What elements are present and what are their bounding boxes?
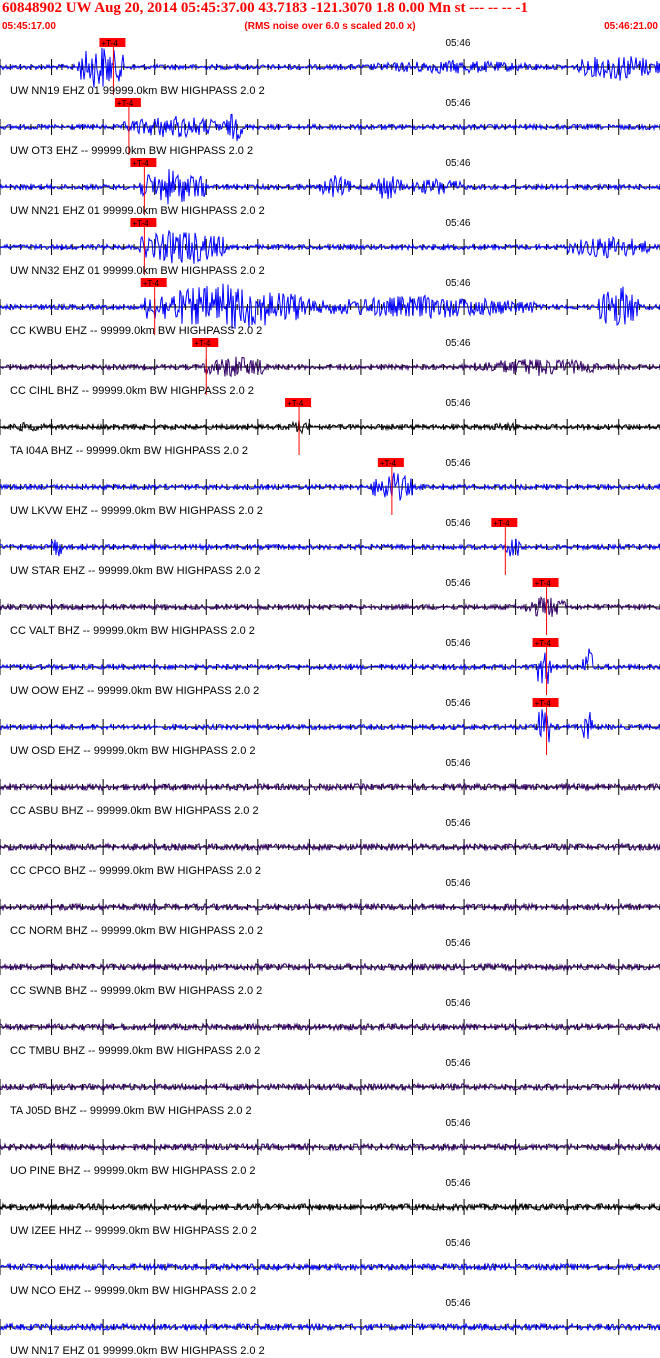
pick-label: +T-4 — [132, 219, 149, 228]
pick-label: +T-4 — [132, 159, 149, 168]
station-label: TA J05D BHZ -- 99999.0km BW HIGHPASS 2.0… — [10, 1105, 252, 1117]
tick-label: 05:46 — [445, 38, 470, 49]
trace-row: 05:46 UW NN17 EHZ 01 99999.0km BW HIGHPAS… — [0, 1298, 660, 1357]
waveform — [0, 356, 660, 378]
station-label: UW OSD EHZ -- 99999.0km BW HIGHPASS 2.0 … — [10, 745, 256, 757]
station-label: UW OT3 EHZ -- 99999.0km BW HIGHPASS 2.0 … — [10, 145, 253, 157]
tick-label: 05:46 — [445, 1058, 470, 1069]
seismogram-plot: 05:46 +T-4 UW NN19 EHZ 01 99999.0km BW HIG… — [0, 38, 660, 1357]
trace-row: 05:46 CC SWNB BHZ -- 99999.0km BW HIGHPAS… — [0, 938, 660, 997]
trace-row: 05:46 +T-4 UW STAR EHZ -- 99999.0km BW HIG… — [0, 518, 660, 577]
waveform — [0, 113, 660, 142]
trace-row: 05:46 CC CPCO BHZ -- 99999.0km BW HIGHPAS… — [0, 818, 660, 877]
trace-row: 05:46 +T-4 UW OOW EHZ -- 99999.0km BW HIGH… — [0, 638, 660, 697]
station-label: UW IZEE HHZ -- 99999.0km BW HIGHPASS 2.0… — [10, 1225, 257, 1237]
station-label: CC CIHL BHZ -- 99999.0km BW HIGHPASS 2.0… — [10, 385, 254, 397]
tick-label: 05:46 — [445, 698, 470, 709]
station-label: CC TMBU BHZ -- 99999.0km BW HIGHPASS 2.0… — [10, 1045, 260, 1057]
station-label: CC VALT BHZ -- 99999.0km BW HIGHPASS 2.0… — [10, 625, 255, 637]
tick-label: 05:46 — [445, 1238, 470, 1249]
waveform — [0, 47, 660, 88]
trace-row: 05:46 UO PINE BHZ -- 99999.0km BW HIGHPAS… — [0, 1118, 660, 1177]
trace-row: 05:46 +T-4 CC VALT BHZ -- 99999.0km BW HIG… — [0, 578, 660, 637]
station-label: CC NORM BHZ -- 99999.0km BW HIGHPASS 2.0… — [10, 925, 263, 937]
station-label: CC KWBU EHZ -- 99999.0km BW HIGHPASS 2.0… — [10, 325, 262, 337]
trace-row: 05:46 +T-4 UW LKVW EHZ -- 99999.0km BW HIG… — [0, 458, 660, 517]
trace-row: 05:46 +T-4 UW OSD EHZ -- 99999.0km BW HIGH… — [0, 698, 660, 757]
tick-label: 05:46 — [445, 338, 470, 349]
station-label: UW NCO EHZ -- 99999.0km BW HIGHPASS 2.0 … — [10, 1285, 256, 1297]
tick-label: 05:46 — [445, 458, 470, 469]
tick-label: 05:46 — [445, 758, 470, 769]
station-label: UW NN19 EHZ 01 99999.0km BW HIGHPASS 2.0… — [10, 85, 265, 97]
pick-label: +T-4 — [535, 639, 552, 648]
station-label: UW LKVW EHZ -- 99999.0km BW HIGHPASS 2.0… — [10, 505, 263, 517]
pick-label: +T-4 — [287, 399, 304, 408]
pick-label: +T-4 — [143, 279, 160, 288]
pick-label: +T-4 — [101, 39, 118, 48]
tick-label: 05:46 — [445, 518, 470, 529]
pick-label: +T-4 — [380, 459, 397, 468]
station-label: UW STAR EHZ -- 99999.0km BW HIGHPASS 2.0… — [10, 565, 260, 577]
pick-label: +T-4 — [194, 339, 211, 348]
station-label: UW NN17 EHZ 01 99999.0km BW HIGHPASS 2.0… — [10, 1345, 265, 1357]
tick-label: 05:46 — [445, 878, 470, 889]
trace-row: 05:46 +T-4 UW NN21 EHZ 01 99999.0km BW HIG… — [0, 158, 660, 217]
pick-label: +T-4 — [535, 579, 552, 588]
tick-label: 05:46 — [445, 218, 470, 229]
trace-row: 05:46 TA J05D BHZ -- 99999.0km BW HIGHPAS… — [0, 1058, 660, 1117]
tick-label: 05:46 — [445, 278, 470, 289]
pick-label: +T-4 — [493, 519, 510, 528]
trace-row: 05:46 +T-4 CC KWBU EHZ -- 99999.0km BW HIG… — [0, 278, 660, 337]
station-label: CC SWNB BHZ -- 99999.0km BW HIGHPASS 2.0… — [10, 985, 262, 997]
tick-label: 05:46 — [445, 938, 470, 949]
tick-label: 05:46 — [445, 578, 470, 589]
tick-label: 05:46 — [445, 1178, 470, 1189]
trace-row: 05:46 UW NCO EHZ -- 99999.0km BW HIGHPASS… — [0, 1238, 660, 1297]
tick-label: 05:46 — [445, 1298, 470, 1309]
tick-label: 05:46 — [445, 398, 470, 409]
trace-row: 05:46 +T-4 UW OT3 EHZ -- 99999.0km BW HIGH… — [0, 98, 660, 157]
trace-row: 05:46 UW IZEE HHZ -- 99999.0km BW HIGHPAS… — [0, 1178, 660, 1237]
station-label: CC CPCO BHZ -- 99999.0km BW HIGHPASS 2.0… — [10, 865, 261, 877]
trace-row: 05:46 +T-4 CC CIHL BHZ -- 99999.0km BW HIG… — [0, 338, 660, 397]
pick-label: +T-4 — [535, 699, 552, 708]
trace-row: 05:46 +T-4 TA I04A BHZ -- 99999.0km BW HIG… — [0, 398, 660, 457]
waveform — [0, 709, 660, 743]
station-label: UW NN21 EHZ 01 99999.0km BW HIGHPASS 2.0… — [10, 205, 265, 217]
trace-row: 05:46 CC TMBU BHZ -- 99999.0km BW HIGHPAS… — [0, 998, 660, 1057]
trace-row: 05:46 CC NORM BHZ -- 99999.0km BW HIGHPAS… — [0, 878, 660, 937]
tick-label: 05:46 — [445, 638, 470, 649]
tick-label: 05:46 — [445, 998, 470, 1009]
trace-row: 05:46 +T-4 UW NN32 EHZ 01 99999.0km BW HIG… — [0, 218, 660, 277]
station-label: UO PINE BHZ -- 99999.0km BW HIGHPASS 2.0… — [10, 1165, 256, 1177]
tick-label: 05:46 — [445, 1118, 470, 1129]
tick-label: 05:46 — [445, 98, 470, 109]
station-label: UW OOW EHZ -- 99999.0km BW HIGHPASS 2.0 … — [10, 685, 259, 697]
station-label: TA I04A BHZ -- 99999.0km BW HIGHPASS 2.0… — [10, 445, 248, 457]
station-label: CC ASBU BHZ -- 99999.0km BW HIGHPASS 2.0… — [10, 805, 259, 817]
tick-label: 05:46 — [445, 158, 470, 169]
trace-row: 05:46 +T-4 UW NN19 EHZ 01 99999.0km BW HIG… — [0, 38, 660, 97]
station-label: UW NN32 EHZ 01 99999.0km BW HIGHPASS 2.0… — [10, 265, 265, 277]
tick-label: 05:46 — [445, 818, 470, 829]
trace-row: 05:46 CC ASBU BHZ -- 99999.0km BW HIGHPAS… — [0, 758, 660, 817]
pick-label: +T-4 — [117, 99, 134, 108]
